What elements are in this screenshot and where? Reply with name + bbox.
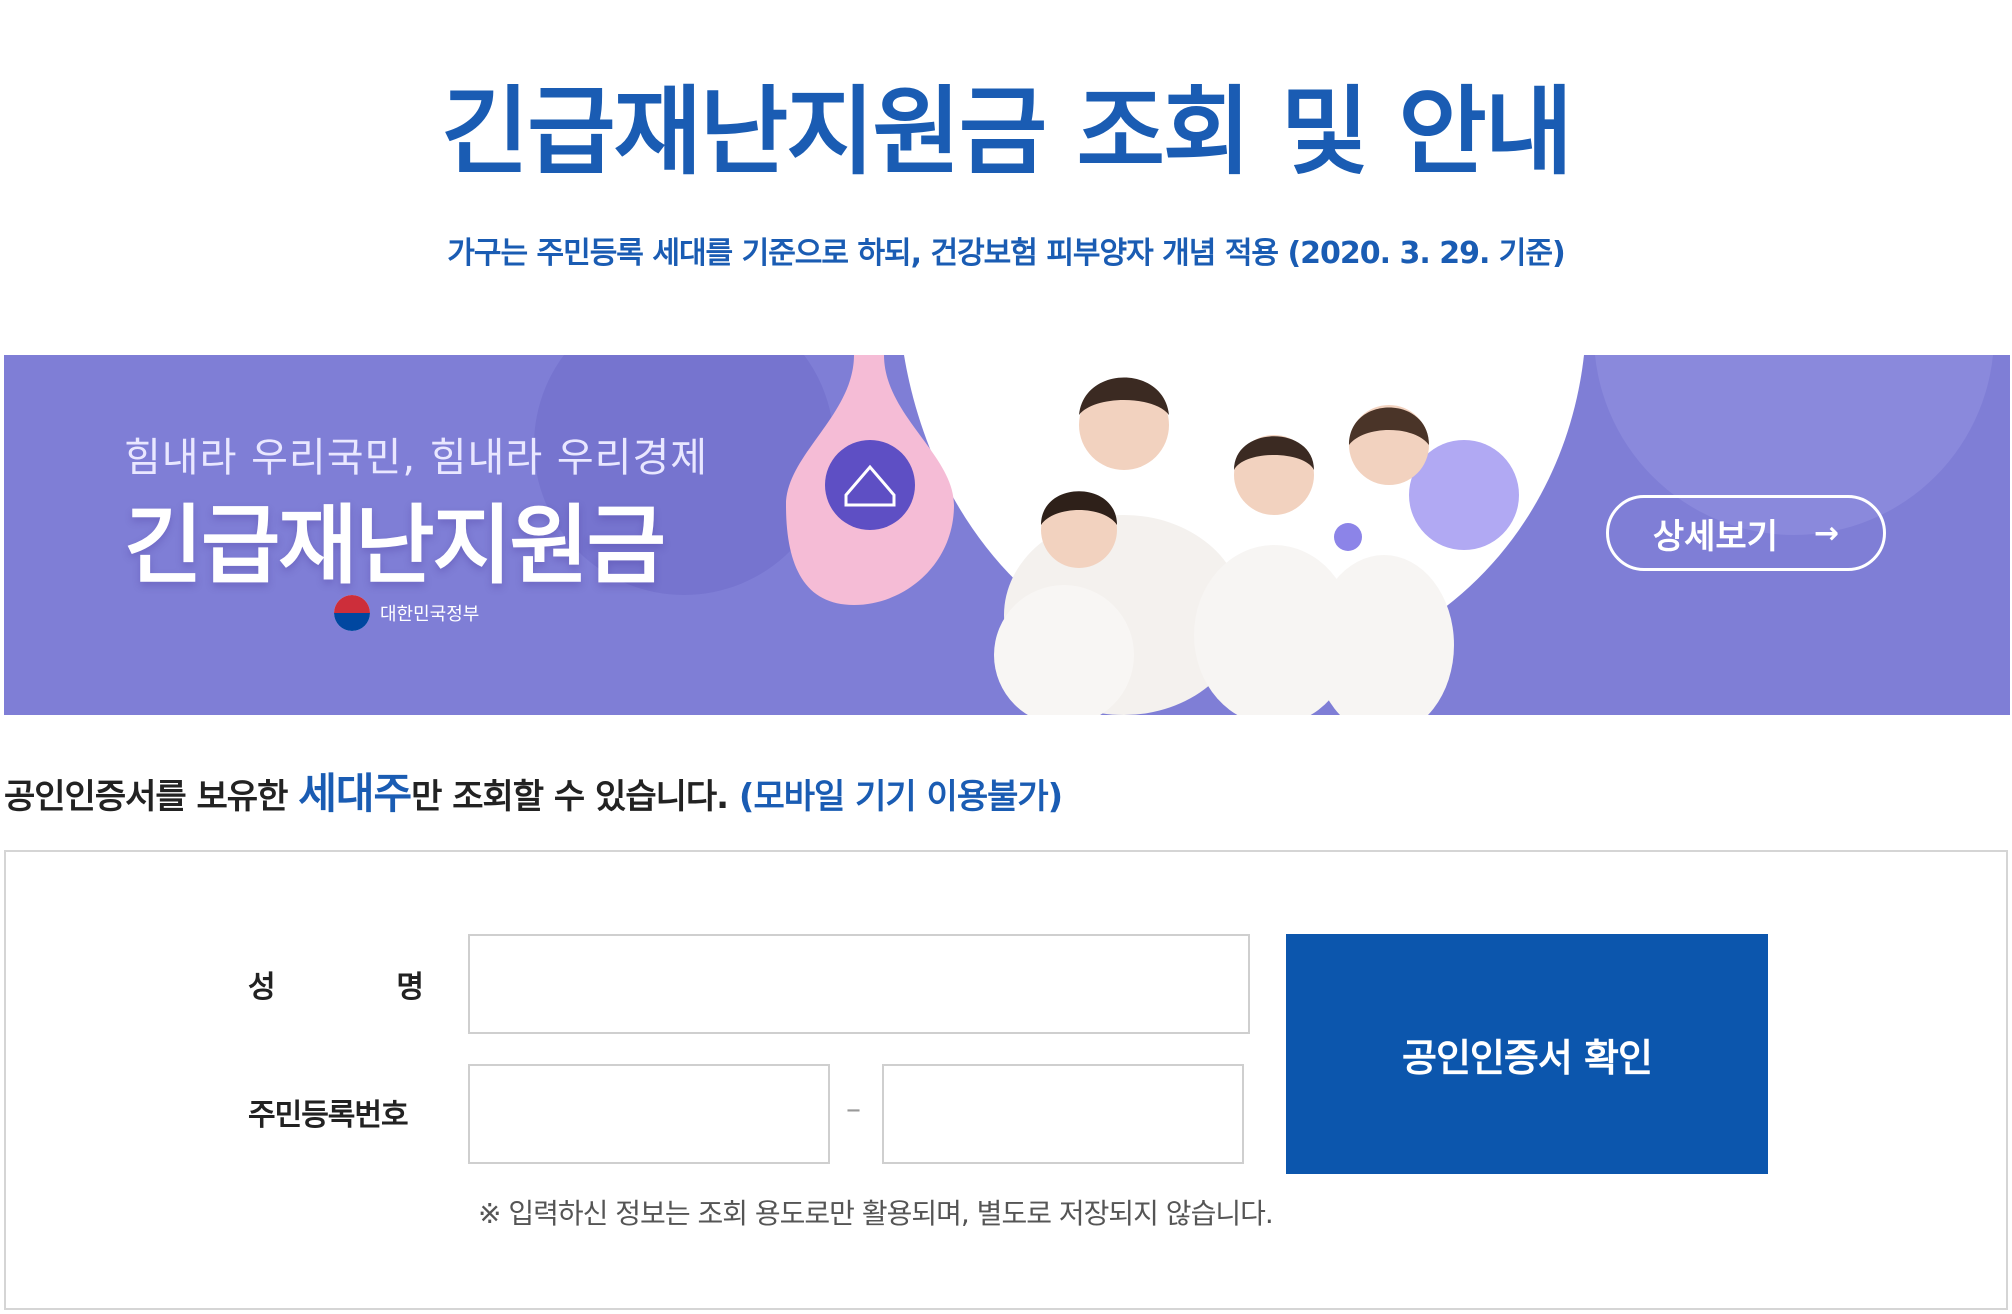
government-label: 대한민국정부 [380,604,480,625]
page-subtitle: 가구는 주민등록 세대를 기준으로 하되, 건강보험 피부양자 개념 적용 (2… [447,236,1565,271]
name-label-second: 명 [396,970,424,1005]
house-badge [825,440,915,530]
rrn-label: 주민등록번호 [248,1098,409,1133]
notice-prefix: 공인인증서를 보유한 [4,777,299,817]
name-label-first: 성 [248,970,276,1005]
deco-dot-1 [1334,523,1362,551]
government-logo: 대한민국정부 [334,595,479,631]
rrn-front-input[interactable] [468,1064,830,1164]
notice-mobile-warning: (모바일 기기 이용불가) [738,777,1063,817]
name-input[interactable] [468,934,1250,1034]
certificate-verify-button[interactable]: 공인인증서 확인 [1286,934,1768,1174]
detail-view-button[interactable]: 상세보기 → [1606,495,1886,571]
notice-highlight: 세대주 [298,769,412,818]
name-label: 성 명 [248,962,424,1006]
rrn-separator: – [846,1092,861,1127]
page-title: 긴급재난지원금 조회 및 안내 [440,76,1573,188]
notice-middle: 만 조회할 수 있습니다. [411,777,739,817]
banner-title: 긴급재난지원금 [124,496,666,596]
taegeuk-emblem-icon [334,595,370,631]
detail-button-label: 상세보기 [1652,516,1778,557]
privacy-note: ※ 입력하신 정보는 조회 용도로만 활용되며, 별도로 저장되지 않습니다. [478,1197,1274,1230]
rrn-back-input[interactable] [882,1064,1244,1164]
promo-banner[interactable]: 힘내라 우리국민, 힘내라 우리경제 긴급재난지원금 대한민국정부 상세보기 → [4,355,2010,715]
arrow-right-icon: → [1813,515,1840,551]
lookup-form: 성 명 주민등록번호 – 공인인증서 확인 ※ 입력하신 정보는 조회 용도로만… [4,850,2008,1310]
notice-text: 공인인증서를 보유한 세대주만 조회할 수 있습니다. (모바일 기기 이용불가… [4,760,1063,821]
